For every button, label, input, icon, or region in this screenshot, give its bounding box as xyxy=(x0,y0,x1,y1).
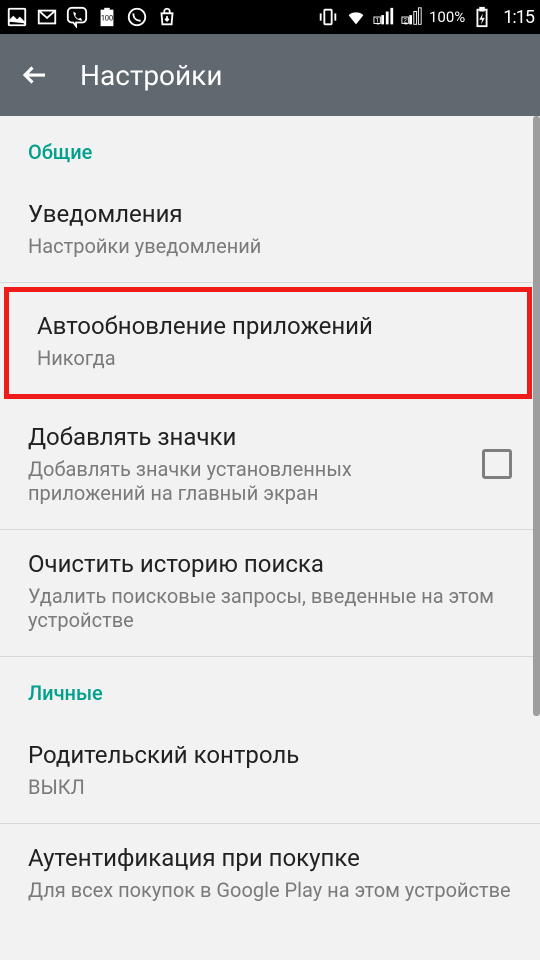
setting-title: Аутентификация при покупке xyxy=(28,844,512,872)
highlight-autoupdate: Автообновление приложений Никогда xyxy=(4,287,532,399)
battery-100-icon: 100 xyxy=(96,6,118,28)
setting-sub: Для всех покупок в Google Play на этом у… xyxy=(28,878,512,902)
wifi-icon xyxy=(345,6,367,28)
battery-pct: 100% xyxy=(429,8,465,26)
setting-title: Очистить историю поиска xyxy=(28,550,512,578)
svg-text:2: 2 xyxy=(403,17,407,25)
page-title: Настройки xyxy=(80,59,222,92)
viber-icon-2 xyxy=(126,6,148,28)
gmail-icon xyxy=(36,6,58,28)
setting-add-icons[interactable]: Добавлять значки Добавлять значки устано… xyxy=(0,403,540,530)
setting-notifications[interactable]: Уведомления Настройки уведомлений xyxy=(0,180,540,283)
setting-title: Родительский контроль xyxy=(28,741,512,769)
setting-clear-history[interactable]: Очистить историю поиска Удалить поисковы… xyxy=(0,530,540,657)
viber-icon xyxy=(66,6,88,28)
vibrate-icon xyxy=(317,6,339,28)
status-bar: 100 1 2 100% 1:15 xyxy=(0,0,540,34)
setting-sub: Удалить поисковые запросы, введенные на … xyxy=(28,584,512,632)
add-icons-checkbox[interactable] xyxy=(482,449,512,479)
setting-title: Уведомления xyxy=(28,200,512,228)
store-icon xyxy=(156,6,178,28)
gallery-icon xyxy=(6,6,28,28)
setting-title: Автообновление приложений xyxy=(37,312,499,340)
svg-text:100: 100 xyxy=(101,14,113,23)
settings-content: Общие Уведомления Настройки уведомлений … xyxy=(0,116,540,960)
section-personal-header: Личные xyxy=(0,657,540,721)
setting-sub: ВЫКЛ xyxy=(28,775,512,799)
status-time: 1:15 xyxy=(503,7,534,28)
battery-charging-icon xyxy=(471,6,493,28)
setting-sub: Добавлять значки установленных приложени… xyxy=(28,457,468,505)
signal-sim2-icon: 2 xyxy=(401,6,423,28)
setting-title: Добавлять значки xyxy=(28,423,468,451)
setting-autoupdate[interactable]: Автообновление приложений Никогда xyxy=(9,292,527,394)
setting-parental[interactable]: Родительский контроль ВЫКЛ xyxy=(0,721,540,824)
setting-sub: Никогда xyxy=(37,346,499,370)
svg-text:1: 1 xyxy=(375,17,379,25)
back-button[interactable] xyxy=(18,58,52,92)
setting-auth[interactable]: Аутентификация при покупке Для всех поку… xyxy=(0,824,540,926)
signal-sim1-icon: 1 xyxy=(373,6,395,28)
section-general-header: Общие xyxy=(0,116,540,180)
app-bar: Настройки xyxy=(0,34,540,116)
scrollbar[interactable] xyxy=(533,116,540,716)
setting-sub: Настройки уведомлений xyxy=(28,234,512,258)
